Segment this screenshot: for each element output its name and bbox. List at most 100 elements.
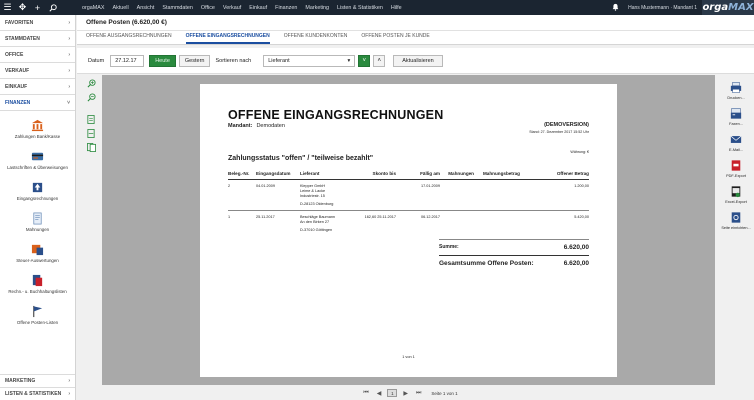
tab-offene-eingangsrechnungen[interactable]: OFFENE EINGANGSRECHNUNGEN [185, 33, 270, 44]
zoom-out-icon[interactable] [86, 93, 96, 103]
sidebar-section-marketing[interactable]: MARKETING › [0, 374, 75, 387]
report-viewer[interactable]: OFFENE EINGANGSRECHNUNGEN Mandant: Demoda… [102, 75, 715, 385]
stand-date: Stand: 27. Dezember 2017 15:52 Uhr [529, 130, 589, 134]
menu-item-orgamax[interactable]: orgaMAX [82, 5, 104, 11]
sidebar: FAVORITEN › STAMMDATEN › OFFICE › VERKAUF › … [0, 15, 76, 400]
sidebar-item-lastschriften[interactable]: Lastschriften & Überweisungen [0, 150, 75, 181]
page-setup-icon [731, 212, 741, 223]
card-icon [31, 152, 44, 161]
menu-item-einkauf[interactable]: Einkauf [249, 5, 267, 11]
chevron-down-icon: ▾ [347, 57, 351, 64]
sidebar-section-stammdaten[interactable]: STAMMDATEN › [0, 31, 75, 47]
email-button[interactable]: E-Mail... [721, 133, 751, 152]
chevron-up-icon: ˄ [377, 57, 381, 64]
chevron-right-icon: › [68, 51, 70, 58]
first-page-icon[interactable]: ⏮ [363, 390, 368, 397]
sidebar-item-steuer[interactable]: Steuer-Auswertungen [0, 243, 75, 274]
print-button[interactable]: Drucken... [721, 81, 751, 100]
gestern-button[interactable]: Gestern [178, 54, 211, 67]
export-toolbar: Drucken... Faxen... E-Mail... PDF-Export… [721, 81, 751, 237]
tax-icon [31, 244, 44, 256]
bell-icon[interactable] [610, 3, 620, 13]
grand-total-row: Gesamtsumme Offene Posten: 6.620,00 [439, 255, 589, 267]
excel-export-button[interactable]: Excel-Export [721, 185, 751, 204]
table-row[interactable]: 2 04.01.2009 Klepper GmbH Leime & Lacke … [228, 179, 589, 211]
open-items-table: Beleg.-Nr. Eingangsdatum Lieferant Skont… [228, 169, 589, 233]
datum-label: Datum [88, 57, 105, 64]
pagination: ⏮ ◀ 1 ▶ ⏭ Seite 1 von 1 [102, 388, 715, 398]
chevron-right-icon: › [68, 35, 70, 42]
menu-item-hilfe[interactable]: Hilfe [391, 5, 402, 11]
sidebar-section-listen[interactable]: LISTEN & STATISTIKEN › [0, 387, 75, 400]
menu-item-listen[interactable]: Listen & Statistiken [337, 5, 383, 11]
page-setup-button[interactable]: Seite einrichten... [721, 211, 751, 230]
report-page: OFFENE EINGANGSRECHNUNGEN Mandant: Demoda… [200, 84, 617, 377]
chevron-right-icon: › [68, 83, 70, 90]
tab-offene-kundenkonten[interactable]: OFFENE KUNDENKONTEN [284, 33, 348, 44]
sidebar-item-buchhaltungslisten[interactable]: Rechn.- u. Buchhaltungslisten [0, 274, 75, 305]
demo-version: (DEMOVERSION) Stand: 27. Dezember 2017 1… [529, 122, 589, 134]
search-icon[interactable] [45, 0, 60, 15]
sort-descending-button[interactable]: ˅ [358, 54, 371, 67]
chevron-down-icon: ˅ [362, 57, 366, 64]
menu-item-aktuell[interactable]: Aktuell [112, 5, 128, 11]
chevron-right-icon: › [68, 19, 70, 26]
last-page-icon[interactable]: ⏭ [416, 390, 421, 397]
page-title: Offene Posten (6.620,00 €) [77, 15, 754, 31]
payment-status-heading: Zahlungsstatus "offen" / "teilweise beza… [228, 155, 374, 162]
menu-item-ansicht[interactable]: Ansicht [137, 5, 155, 11]
sidebar-section-einkauf[interactable]: EINKAUF › [0, 79, 75, 95]
finanzen-items: Zahlungen Bank/Kasse Lastschriften & Übe… [0, 111, 75, 336]
sidebar-section-finanzen[interactable]: FINANZEN ˅ [0, 95, 75, 111]
zoom-in-icon[interactable] [86, 79, 96, 89]
sort-ascending-button[interactable]: ˄ [373, 54, 386, 67]
page-width-icon[interactable] [86, 129, 96, 139]
sum-row: Summe: 6.620,00 [439, 239, 589, 251]
sidebar-item-zahlungen[interactable]: Zahlungen Bank/Kasse [0, 119, 75, 150]
next-page-icon[interactable]: ▶ [403, 390, 408, 397]
page-input[interactable]: 1 [387, 389, 398, 397]
pdf-export-button[interactable]: PDF-Export [721, 159, 751, 178]
menu-item-office[interactable]: Office [201, 5, 215, 11]
add-icon[interactable]: + [30, 0, 45, 15]
sidebar-item-eingangsrechnungen[interactable]: Eingangsrechnungen [0, 181, 75, 212]
top-bar: ☰ ✥ + orgaMAX Aktuell Ansicht Stammdaten… [0, 0, 754, 15]
menu-item-stammdaten[interactable]: Stammdaten [162, 5, 193, 11]
sidebar-section-office[interactable]: OFFICE › [0, 47, 75, 63]
sort-select[interactable]: Lieferant ▾ [263, 54, 356, 67]
datum-input[interactable]: 27.12.17 [110, 54, 145, 67]
email-icon [730, 135, 742, 143]
prev-page-icon[interactable]: ◀ [377, 390, 382, 397]
flag-icon [33, 305, 43, 318]
menu-icon[interactable]: ☰ [0, 0, 15, 15]
zoom-toolbar [86, 79, 98, 157]
fax-button[interactable]: Faxen... [721, 107, 751, 126]
user-name[interactable]: Hans Mustermann · Mandant 1 [628, 5, 697, 11]
currency-label: Währung: € [570, 150, 589, 154]
sidebar-section-favoriten[interactable]: FAVORITEN › [0, 15, 75, 31]
chevron-right-icon: › [68, 391, 70, 397]
page-icon[interactable] [86, 115, 96, 125]
chevron-right-icon: › [68, 378, 70, 384]
menu-item-finanzen[interactable]: Finanzen [275, 5, 297, 11]
table-header-row: Beleg.-Nr. Eingangsdatum Lieferant Skont… [228, 169, 589, 180]
sidebar-section-verkauf[interactable]: VERKAUF › [0, 63, 75, 79]
page-info: Seite 1 von 1 [431, 390, 458, 396]
tab-offene-posten-je-kunde[interactable]: OFFENE POSTEN JE KUNDE [361, 33, 429, 44]
report-area: OFFENE EINGANGSRECHNUNGEN Mandant: Demoda… [77, 75, 754, 400]
tab-offene-ausgangsrechnungen[interactable]: OFFENE AUSGANGSRECHNUNGEN [86, 33, 172, 44]
aktualisieren-button[interactable]: Aktualisieren [393, 54, 443, 67]
sort-label: Sortieren nach [215, 57, 252, 64]
two-pages-icon[interactable] [86, 143, 96, 153]
table-row[interactable]: 1 25.11.2017 Beschläge Baumann An den Bi… [228, 211, 589, 234]
menu-item-marketing[interactable]: Marketing [305, 5, 329, 11]
filter-bar: Datum 27.12.17 Heute Gestern Sortieren n… [77, 48, 754, 74]
sidebar-item-mahnungen[interactable]: Mahnungen [0, 212, 75, 243]
heute-button[interactable]: Heute [149, 54, 176, 67]
arrows-icon[interactable]: ✥ [15, 0, 30, 15]
menu-item-verkauf[interactable]: Verkauf [223, 5, 241, 11]
ledger-icon [32, 274, 43, 287]
reminder-icon [33, 212, 42, 225]
page-number: 1 von 1 [402, 355, 415, 359]
sidebar-item-offene-posten[interactable]: Offene Posten-Listen [0, 305, 75, 336]
